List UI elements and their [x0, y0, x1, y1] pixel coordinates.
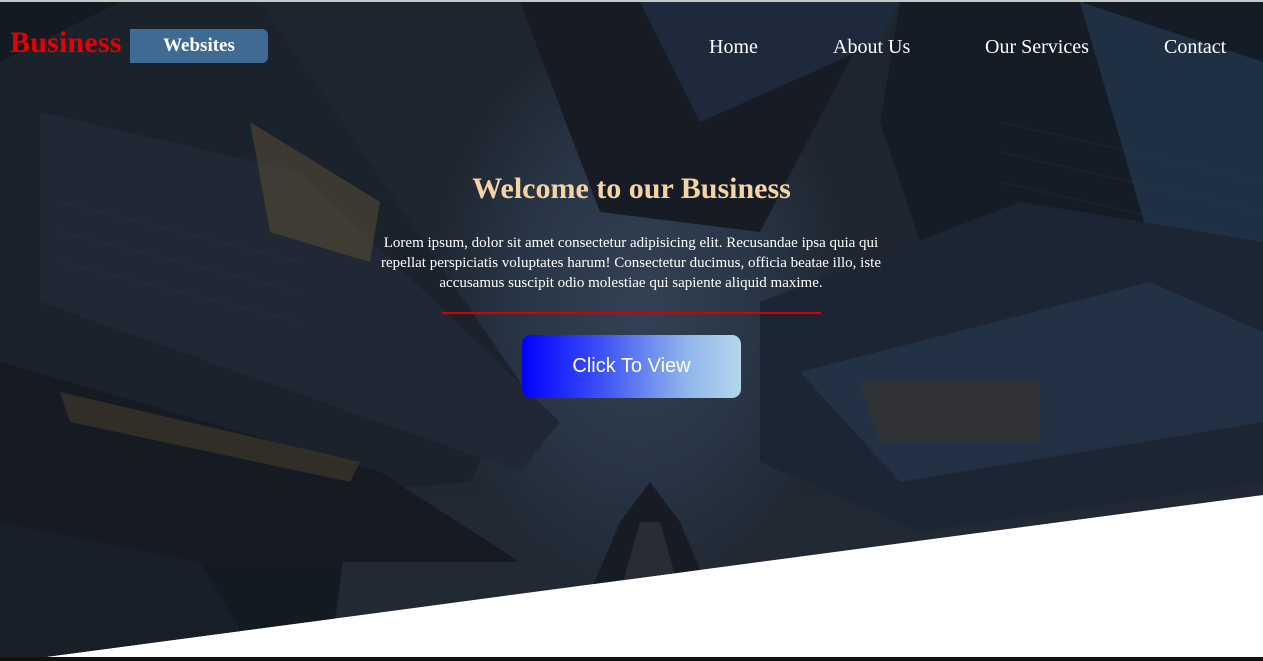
brand-tag: Websites [130, 29, 268, 63]
hero-title: Welcome to our Business [472, 172, 791, 205]
brand-logo[interactable]: Business [10, 26, 122, 60]
click-to-view-button[interactable]: Click To View [522, 335, 741, 398]
nav-our-services[interactable]: Our Services [985, 36, 1089, 59]
nav-home[interactable]: Home [709, 36, 758, 59]
hero-text: Lorem ipsum, dolor sit amet consectetur … [381, 235, 881, 291]
page-bottom-edge [0, 657, 1263, 661]
page: Business Websites Home About Us Our Serv… [0, 0, 1263, 661]
hero-overlay [0, 2, 1263, 661]
nav-contact[interactable]: Contact [1164, 36, 1226, 59]
hero-divider [442, 312, 821, 314]
hero-section [0, 2, 1263, 661]
nav-about-us[interactable]: About Us [833, 36, 910, 59]
